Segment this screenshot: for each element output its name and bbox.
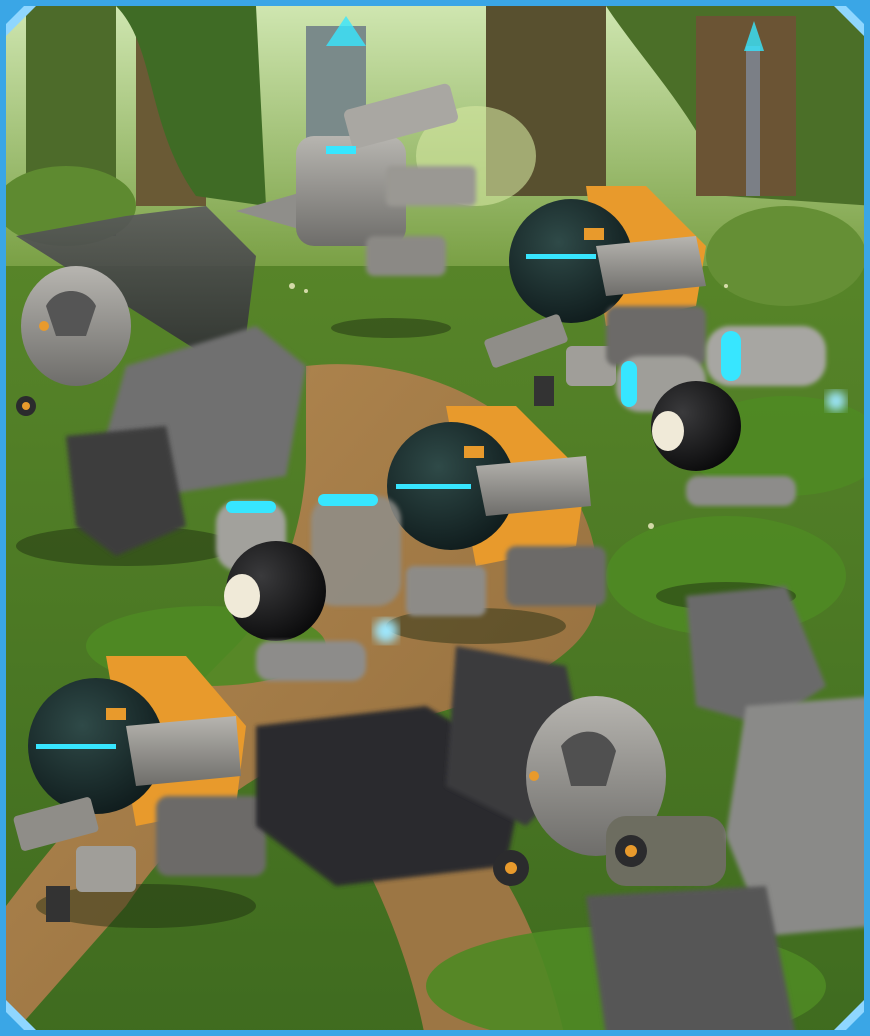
battle-scene [6, 6, 864, 1030]
frame-corner-top-left [6, 6, 36, 36]
frame-corner-top-right [834, 6, 864, 36]
frame-corner-bottom-right [834, 1000, 864, 1030]
frame-corner-bottom-left [6, 1000, 36, 1030]
artwork-frame [0, 0, 870, 1036]
